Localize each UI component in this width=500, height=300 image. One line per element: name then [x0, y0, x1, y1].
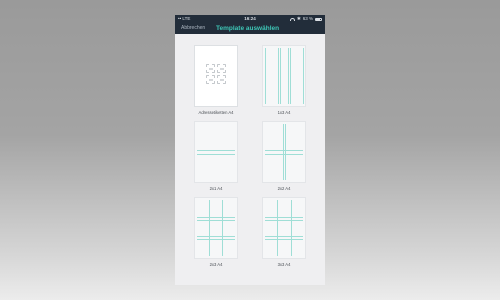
grid-line: [265, 154, 303, 155]
grid-line: [197, 154, 235, 155]
grid-line: [209, 200, 210, 256]
template-thumbnail[interactable]: [194, 121, 238, 183]
template-thumbnail[interactable]: [262, 197, 306, 259]
grid-line: [277, 200, 278, 256]
template-thumbnail[interactable]: [262, 121, 306, 183]
battery-icon: [315, 17, 322, 21]
grid-line: [265, 150, 303, 151]
grid-line: [265, 220, 303, 221]
bluetooth-icon: ✱: [296, 16, 301, 21]
template-label: Adressetiketten A4: [198, 110, 234, 115]
grid-line: [197, 236, 235, 237]
grid-line: [265, 239, 303, 240]
grid-line: [278, 48, 279, 104]
grid-line: [285, 124, 286, 180]
grid-line: [303, 48, 304, 104]
label-placeholder-icon: [217, 75, 226, 84]
status-right: ✱ 63 %: [289, 15, 322, 23]
template-label: 2x2 A4: [277, 186, 291, 191]
grid-line: [288, 48, 289, 104]
label-placeholder-icon: [217, 64, 226, 73]
grid-line: [280, 48, 281, 104]
phone-screen: •• LTE 16:24 ✱ 63 % Abbrechen Template a…: [175, 15, 325, 285]
template-thumbnail[interactable]: [194, 197, 238, 259]
grid-line: [197, 150, 235, 151]
template-label: 1x3 A4: [277, 110, 291, 115]
template-label: 2x1 A4: [209, 186, 223, 191]
grid-line: [291, 200, 292, 256]
template-thumbnail[interactable]: [194, 45, 238, 107]
grid-line: [197, 239, 235, 240]
grid-line: [265, 236, 303, 237]
battery-percent: 63 %: [302, 16, 313, 21]
wifi-icon: [289, 17, 295, 21]
label-placeholder-icon: [206, 75, 215, 84]
grid-line: [265, 48, 266, 104]
label-placeholder-icon: [206, 64, 215, 73]
grid-line: [197, 217, 235, 218]
cancel-button[interactable]: Abbrechen: [181, 25, 205, 31]
navigation-bar: Abbrechen Template auswählen: [175, 23, 325, 34]
grid-line: [222, 200, 223, 256]
template-label: 2x3 A4: [209, 262, 223, 267]
status-bar: •• LTE 16:24 ✱ 63 %: [175, 15, 325, 23]
grid-line: [265, 217, 303, 218]
grid-line: [197, 220, 235, 221]
page-title: Template auswählen: [216, 24, 280, 32]
template-label: 3x3 A4: [277, 262, 291, 267]
grid-line: [290, 48, 291, 104]
grid-line: [283, 124, 284, 180]
template-thumbnail[interactable]: [262, 45, 306, 107]
